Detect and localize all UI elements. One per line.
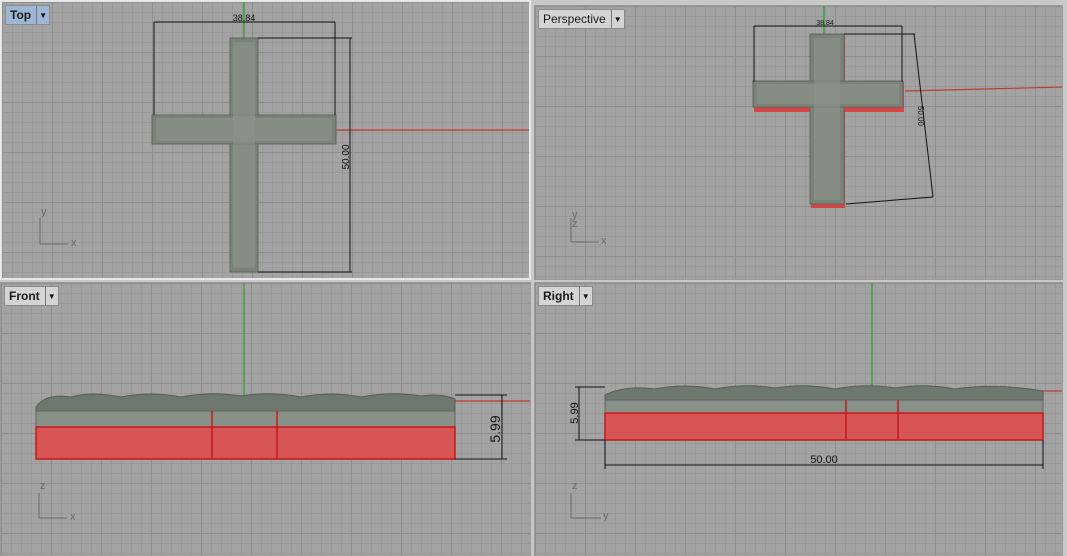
dimension-width-label: 38.84 (816, 20, 834, 27)
viewport-right[interactable]: Right ▼ 5.99 50.00 z y (534, 282, 1063, 556)
cross-model[interactable] (604, 385, 1044, 441)
axis-label-a: z (40, 480, 46, 492)
dimension-height-label: 50.00 (341, 144, 352, 169)
axis-label-b: y (603, 510, 609, 522)
viewport-title: Top (10, 8, 32, 22)
viewport-top[interactable]: Top ▼ 38.84 50.00 y x (0, 0, 531, 280)
axis-label-b: x (70, 511, 76, 523)
dimension-thickness-label: 5.99 (569, 402, 581, 423)
viewport-title: Front (9, 289, 40, 303)
axis-label-a: z (572, 480, 578, 492)
right-view-canvas: 5.99 50.00 z y (569, 283, 1062, 522)
axis-label-b: x (71, 237, 77, 249)
axis-label-b: x (601, 235, 607, 247)
axis-label-c: z (572, 218, 578, 230)
dimension-length-label: 50.00 (810, 454, 838, 466)
viewport-title: Right (543, 289, 574, 303)
viewport-title: Perspective (543, 12, 606, 26)
cross-model[interactable] (35, 393, 456, 460)
chevron-down-icon[interactable]: ▼ (610, 10, 624, 28)
chevron-down-icon[interactable]: ▼ (578, 287, 592, 305)
chevron-down-icon[interactable]: ▼ (36, 6, 49, 24)
viewport-tab-front[interactable]: Front ▼ (4, 286, 59, 306)
axis-triad (39, 218, 68, 245)
dimension-height (258, 37, 352, 273)
viewport-tab-top[interactable]: Top ▼ (5, 5, 51, 25)
viewport-tab-perspective[interactable]: Perspective ▼ (538, 9, 625, 29)
cross-model[interactable] (752, 33, 904, 208)
viewport-perspective[interactable]: Perspective ▼ 38.84 50.00 y z x (534, 5, 1063, 280)
perspective-view-canvas: 38.84 50.00 y z x (570, 6, 1062, 247)
chevron-down-icon[interactable]: ▼ (44, 287, 58, 305)
dimension-width-label: 38.84 (233, 13, 256, 23)
axis-triad (38, 493, 67, 519)
x-axis-line (904, 86, 1062, 92)
front-view-canvas: 5.99 z x (35, 283, 530, 523)
axis-label-a: y (41, 206, 47, 218)
cross-model[interactable] (151, 37, 337, 273)
dimension-height-label: 50.00 (916, 106, 925, 127)
dimension-thickness-label: 5.99 (487, 415, 503, 442)
top-view-canvas: 38.84 50.00 y x (39, 2, 529, 273)
viewport-front[interactable]: Front ▼ 5.99 z x (0, 282, 531, 556)
viewport-tab-right[interactable]: Right ▼ (538, 286, 593, 306)
axis-triad (570, 493, 601, 519)
